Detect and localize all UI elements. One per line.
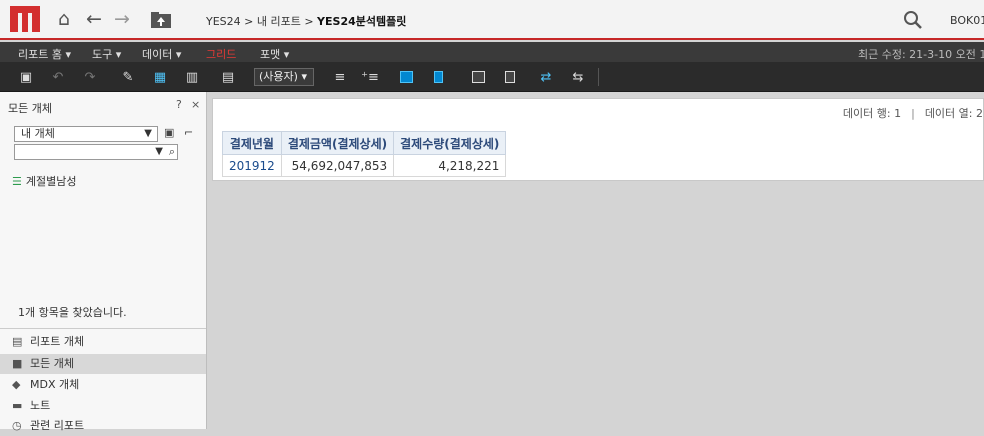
chart-view-icon[interactable]: ▥ <box>182 67 202 87</box>
forward-arrow-icon[interactable]: → <box>114 9 130 29</box>
menu-tools[interactable]: 도구 ▾ <box>92 46 121 62</box>
nav-related-reports[interactable]: ◷ 관련 리포트 <box>0 416 206 436</box>
breadcrumb: YES24 > 내 리포트 > YES24분석템플릿 <box>206 13 406 29</box>
show-columns-icon[interactable] <box>428 67 448 87</box>
redo-icon[interactable]: ↷ <box>80 67 100 87</box>
chevron-down-icon[interactable]: ▼ <box>155 146 163 157</box>
swap-icon[interactable]: ⇄ <box>536 67 556 87</box>
note-icon: ▬ <box>12 399 23 412</box>
nav-all-objects[interactable]: ■ 모든 개체 <box>0 354 206 374</box>
column-header[interactable]: 결제수량(결제상세) <box>393 131 507 155</box>
scope-select[interactable]: 내 개체 ▼ <box>14 126 158 142</box>
menu-grid[interactable]: 그리드 <box>206 46 236 62</box>
tree-item-label: 계절별남성 <box>25 175 77 188</box>
nav-notes[interactable]: ▬ 노트 <box>0 396 206 416</box>
menu-bar: 리포트 홈 ▾ 도구 ▾ 데이터 ▾ 그리드 포맷 ▾ 최근 수정: 21-3-… <box>0 42 984 62</box>
folder-icon: ■ <box>12 357 23 370</box>
nav-report-objects[interactable]: ▤ 리포트 개체 <box>0 332 206 352</box>
column-header[interactable]: 결제년월 <box>222 131 282 155</box>
header-row: 결제년월 결제금액(결제상세) 결제수량(결제상세) <box>222 131 507 155</box>
nav-mdx-objects[interactable]: ◆ MDX 개체 <box>0 375 206 395</box>
panel-title: 모든 개체 <box>8 102 52 115</box>
logo-icon[interactable] <box>10 6 40 32</box>
grid-graph-icon[interactable]: ▤ <box>218 67 238 87</box>
nav-label: 모든 개체 <box>30 357 74 370</box>
chevron-down-icon: ▼ <box>144 128 152 139</box>
undo-icon[interactable]: ↶ <box>48 67 68 87</box>
grid-stats: 데이터 행: 1 | 데이터 열: 2 <box>843 105 983 121</box>
report-object-icon: ▤ <box>12 335 23 348</box>
folder-browse-icon[interactable]: ▣ <box>164 126 178 140</box>
top-bar: ⌂ ← → YES24 > 내 리포트 > YES24분석템플릿 BOK01 <box>0 0 984 40</box>
save-icon[interactable]: ▣ <box>16 67 36 87</box>
user-name[interactable]: BOK01 <box>950 14 984 27</box>
last-edit-label: 최근 수정: 21-3-10 오전 10:2 <box>858 48 984 61</box>
grid-cell[interactable]: 4,218,221 <box>393 154 507 177</box>
search-icon[interactable] <box>903 10 923 30</box>
related-report-icon: ◷ <box>12 419 22 432</box>
breadcrumb-current: YES24분석템플릿 <box>317 15 407 28</box>
style-select[interactable]: (사용자) ▾ <box>254 68 314 86</box>
close-icon[interactable]: × <box>191 98 200 111</box>
nav-label: 노트 <box>30 399 51 412</box>
search-icon[interactable]: ⌕ <box>169 145 175 159</box>
tree-item[interactable]: ☰ 계절별남성 <box>12 173 76 189</box>
table-row: 201912 54,692,047,853 4,218,221 <box>222 154 507 177</box>
divider <box>0 328 206 329</box>
list-icon[interactable]: ≡ <box>330 67 350 87</box>
breadcrumb-path[interactable]: YES24 > 내 리포트 > <box>206 15 317 28</box>
stats-separator: | <box>911 107 915 120</box>
merge-columns-icon[interactable] <box>500 67 520 87</box>
grid-cell[interactable]: 54,692,047,853 <box>280 154 395 177</box>
data-grid: 결제년월 결제금액(결제상세) 결제수량(결제상세) 201912 54,692… <box>222 131 507 177</box>
pencil-icon[interactable]: ✎ <box>118 67 138 87</box>
toolbar-divider <box>598 68 599 86</box>
folder-up-icon[interactable] <box>150 11 172 29</box>
column-count: 데이터 열: 2 <box>924 107 983 120</box>
merge-rows-icon[interactable] <box>468 67 488 87</box>
object-browser: 모든 개체 ? × 내 개체 ▼ ▣ ⌐ ▼ ⌕ ☰ 계절별남성 1개 항목을 찾… <box>0 92 207 432</box>
nav-label: 리포트 개체 <box>30 335 85 348</box>
report-canvas: 데이터 행: 1 | 데이터 열: 2 결제년월 결제금액(결제상세) 결제수량(결… <box>208 92 984 429</box>
nav-label: MDX 개체 <box>30 378 80 391</box>
dataset-icon: ☰ <box>12 175 22 188</box>
cube-icon: ◆ <box>12 378 21 391</box>
add-rows-icon[interactable]: ⁺≡ <box>360 67 380 87</box>
menu-format[interactable]: 포맷 ▾ <box>260 46 289 62</box>
grid-view-icon[interactable]: ▦ <box>150 67 170 87</box>
nav-label: 관련 리포트 <box>30 419 85 432</box>
home-icon[interactable]: ⌂ <box>58 9 70 29</box>
new-folder-icon[interactable]: ⌐ <box>184 126 198 140</box>
toolbar: ▣ ↶ ↷ ✎ ▦ ▥ ▤ (사용자) ▾ ≡ ⁺≡ ⇄ ⇆ <box>0 62 984 92</box>
show-headers-icon[interactable] <box>396 67 416 87</box>
row-count: 데이터 행: 1 <box>842 107 902 120</box>
column-header[interactable]: 결제금액(결제상세) <box>280 131 395 155</box>
menu-data[interactable]: 데이터 ▾ <box>142 46 181 62</box>
menu-report-home[interactable]: 리포트 홈 ▾ <box>18 46 71 62</box>
search-result-count: 1개 항목을 찾았습니다. <box>18 306 127 319</box>
grid-cell[interactable]: 201912 <box>222 154 282 177</box>
grid-panel[interactable]: 데이터 행: 1 | 데이터 열: 2 결제년월 결제금액(결제상세) 결제수량(결… <box>212 98 984 181</box>
back-arrow-icon[interactable]: ← <box>86 9 102 29</box>
swap-alt-icon[interactable]: ⇆ <box>568 67 588 87</box>
scope-select-value: 내 개체 <box>21 127 55 140</box>
help-icon[interactable]: ? <box>176 98 182 111</box>
search-input[interactable]: ▼ ⌕ <box>14 144 178 160</box>
